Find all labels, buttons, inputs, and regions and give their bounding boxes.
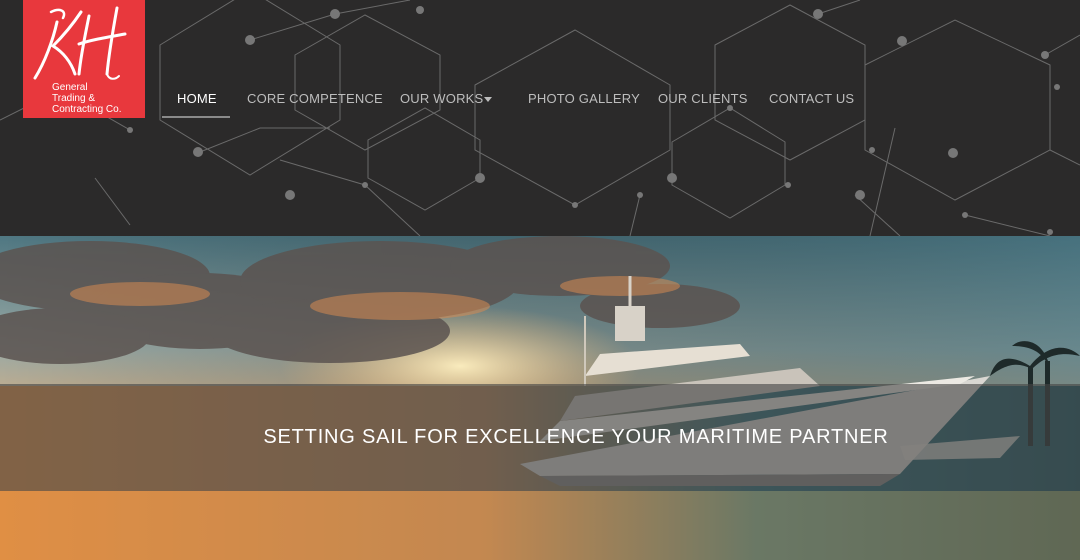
nav-item-label: OUR WORKS: [400, 91, 484, 106]
hero-banner: SETTING SAIL FOR EXCELLENCE YOUR MARITIM…: [0, 236, 1080, 560]
nav-item-our-clients[interactable]: OUR CLIENTS: [658, 88, 748, 118]
nav-item-label: PHOTO GALLERY: [528, 91, 640, 106]
nav-item-contact-us[interactable]: CONTACT US: [769, 88, 854, 118]
nav-item-label: CONTACT US: [769, 91, 855, 106]
site-header: General Trading & Contracting Co. HOME C…: [0, 0, 1080, 236]
nav-item-core-competence[interactable]: CORE COMPETENCE: [247, 88, 383, 118]
nav-item-our-works[interactable]: OUR WORKS: [400, 88, 483, 118]
geometric-network-background: [0, 0, 1080, 236]
nav-item-label: OUR CLIENTS: [658, 91, 748, 106]
active-nav-indicator: [162, 116, 230, 118]
nav-item-photo-gallery[interactable]: PHOTO GALLERY: [528, 88, 640, 118]
nav-item-home[interactable]: HOME: [177, 88, 217, 118]
logo-tagline: General Trading & Contracting Co.: [52, 82, 122, 115]
nav-item-label: CORE COMPETENCE: [247, 91, 383, 106]
chevron-down-icon[interactable]: [484, 97, 492, 102]
company-logo[interactable]: General Trading & Contracting Co.: [23, 0, 145, 118]
nav-item-label: HOME: [177, 91, 217, 106]
hero-tagline: SETTING SAIL FOR EXCELLENCE YOUR MARITIM…: [263, 426, 889, 448]
